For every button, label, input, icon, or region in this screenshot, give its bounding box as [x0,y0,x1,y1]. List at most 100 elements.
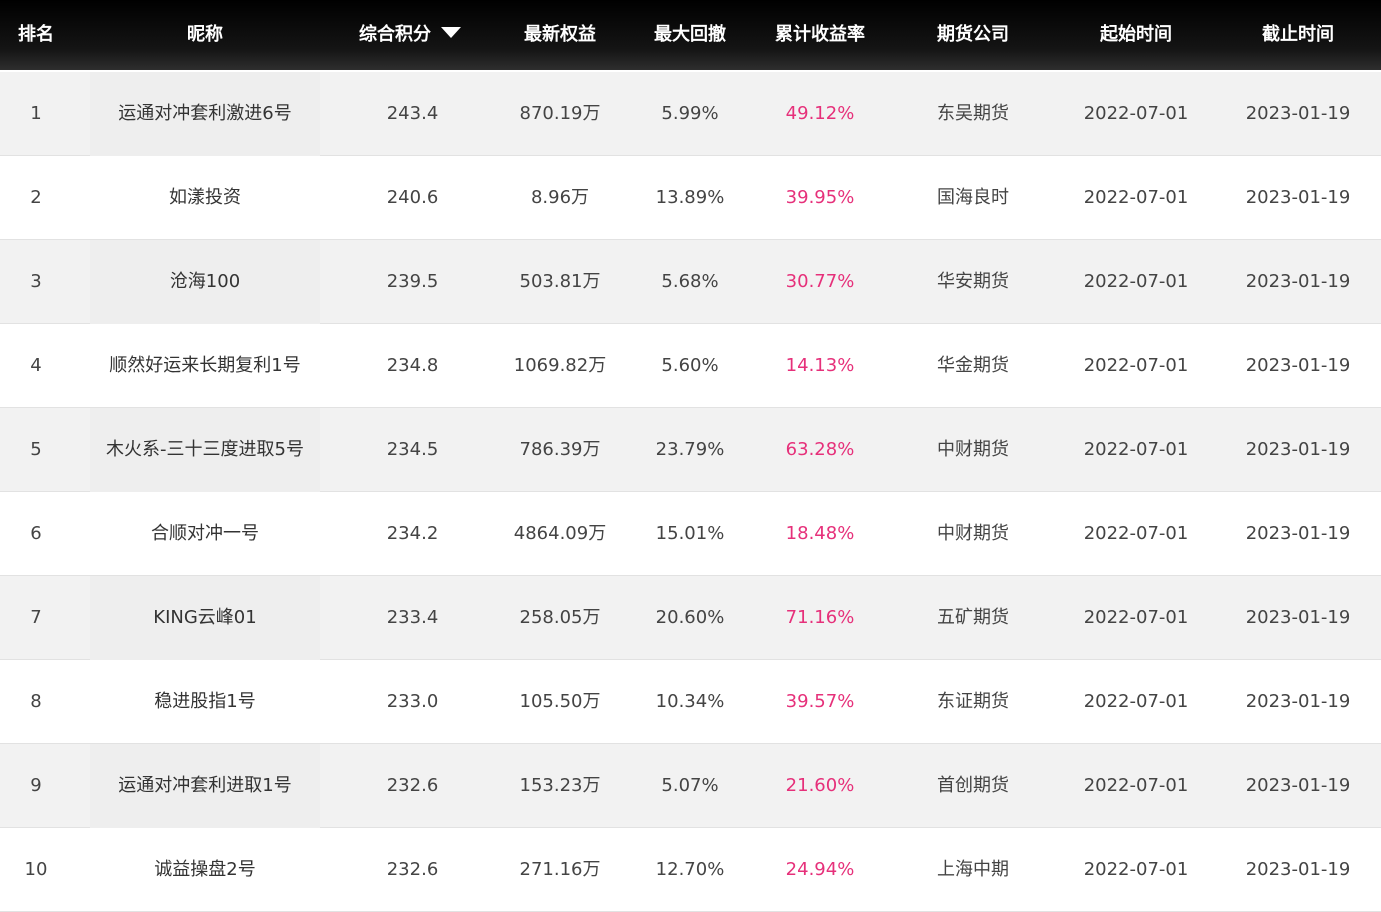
header-drawdown: 最大回撤 [654,24,726,45]
cell-equity: 503.81万 [519,271,601,292]
cell-score: 234.5 [386,439,439,460]
cell-return: 71.16% [785,607,855,628]
cell-end: 2023-01-19 [1245,271,1351,292]
cell-name: 木火系-三十三度进取5号 [90,408,320,492]
cell-score: 234.8 [386,355,439,376]
cell-equity: 258.05万 [519,607,601,628]
cell-equity: 8.96万 [530,187,590,208]
cell-end: 2023-01-19 [1245,439,1351,460]
cell-return: 14.13% [785,355,855,376]
cell-broker: 华金期货 [937,355,1009,376]
cell-rank: 1 [30,103,42,124]
cell-drawdown: 10.34% [655,691,725,712]
cell-equity: 105.50万 [519,691,601,712]
header-rank: 排名 [18,24,54,45]
cell-broker: 中财期货 [937,439,1009,460]
table-row: 10 诚益操盘2号 232.6 271.16万 12.70% 24.94% 上海中期 2022… [0,828,1381,912]
cell-end: 2023-01-19 [1245,187,1351,208]
table-row: 3 沧海100 239.5 503.81万 5.68% 30.77% 华安期货 2022-07… [0,240,1381,324]
cell-return: 18.48% [785,523,855,544]
table-row: 1 运通对冲套利激进6号 243.4 870.19万 5.99% 49.12% 东吴期货 20… [0,72,1381,156]
cell-drawdown: 5.60% [661,355,719,376]
cell-end: 2023-01-19 [1245,523,1351,544]
cell-end: 2023-01-19 [1245,859,1351,880]
cell-broker: 东证期货 [937,691,1009,712]
cell-end: 2023-01-19 [1245,103,1351,124]
cell-end: 2023-01-19 [1245,691,1351,712]
cell-drawdown: 5.68% [661,271,719,292]
cell-rank: 2 [30,187,42,208]
cell-return: 49.12% [785,103,855,124]
cell-broker: 上海中期 [937,859,1009,880]
cell-drawdown: 5.07% [661,775,719,796]
cell-score: 233.4 [386,607,439,628]
cell-score: 239.5 [386,271,439,292]
cell-broker: 五矿期货 [937,607,1009,628]
table-row: 8 稳进股指1号 233.0 105.50万 10.34% 39.57% 东证期货 2022-… [0,660,1381,744]
cell-name: 顺然好运来长期复利1号 [109,355,301,376]
cell-rank: 8 [30,691,42,712]
cell-end: 2023-01-19 [1245,355,1351,376]
cell-start: 2022-07-01 [1083,523,1189,544]
table-row: 2 如漾投资 240.6 8.96万 13.89% 39.95% 国海良时 2022-07-0… [0,156,1381,240]
cell-rank: 5 [30,439,42,460]
cell-drawdown: 5.99% [661,103,719,124]
caret-down-icon[interactable] [441,27,461,38]
cell-name: 如漾投资 [169,187,241,208]
table-row: 5 木火系-三十三度进取5号 234.5 786.39万 23.79% 63.28% 中财期… [0,408,1381,492]
cell-start: 2022-07-01 [1083,775,1189,796]
cell-broker: 华安期货 [937,271,1009,292]
cell-return: 39.95% [785,187,855,208]
cell-broker: 中财期货 [937,523,1009,544]
table-header: 排名 昵称 综合积分 最新权益 最大回撤 累计收益率 期货公司 起始时间 截止时… [0,0,1381,70]
header-score-sort[interactable]: 综合积分 [340,0,480,70]
cell-rank: 4 [30,355,42,376]
cell-score: 240.6 [386,187,439,208]
cell-rank: 10 [24,859,48,880]
table-row: 7 KING云峰01 233.4 258.05万 20.60% 71.16% 五矿期货 202… [0,576,1381,660]
cell-start: 2022-07-01 [1083,271,1189,292]
cell-return: 24.94% [785,859,855,880]
cell-start: 2022-07-01 [1083,103,1189,124]
cell-score: 234.2 [386,523,439,544]
cell-score: 243.4 [386,103,439,124]
cell-equity: 271.16万 [519,859,601,880]
cell-return: 63.28% [785,439,855,460]
cell-equity: 870.19万 [519,103,601,124]
cell-equity: 786.39万 [519,439,601,460]
cell-score: 232.6 [386,859,439,880]
cell-name: 运通对冲套利进取1号 [90,744,320,828]
cell-rank: 3 [30,271,42,292]
table-row: 4 顺然好运来长期复利1号 234.8 1069.82万 5.60% 14.13% 华金期货… [0,324,1381,408]
cell-drawdown: 13.89% [655,187,725,208]
cell-equity: 4864.09万 [513,523,607,544]
cell-end: 2023-01-19 [1245,607,1351,628]
cell-name: 运通对冲套利激进6号 [90,72,320,156]
cell-start: 2022-07-01 [1083,691,1189,712]
header-name: 昵称 [187,24,223,45]
header-equity: 最新权益 [524,24,596,45]
cell-score: 232.6 [386,775,439,796]
header-score-label: 综合积分 [359,24,431,45]
cell-drawdown: 23.79% [655,439,725,460]
cell-drawdown: 20.60% [655,607,725,628]
cell-start: 2022-07-01 [1083,859,1189,880]
cell-name: 稳进股指1号 [154,691,256,712]
cell-equity: 1069.82万 [513,355,607,376]
cell-start: 2022-07-01 [1083,439,1189,460]
cell-return: 39.57% [785,691,855,712]
cell-drawdown: 15.01% [655,523,725,544]
cell-start: 2022-07-01 [1083,355,1189,376]
cell-drawdown: 12.70% [655,859,725,880]
cell-name: KING云峰01 [90,576,320,660]
cell-start: 2022-07-01 [1083,187,1189,208]
table-row: 9 运通对冲套利进取1号 232.6 153.23万 5.07% 21.60% 首创期货 20… [0,744,1381,828]
header-broker: 期货公司 [937,24,1009,45]
header-start: 起始时间 [1100,24,1172,45]
header-return: 累计收益率 [775,24,865,45]
cell-return: 21.60% [785,775,855,796]
cell-rank: 6 [30,523,42,544]
cell-rank: 7 [30,607,42,628]
cell-return: 30.77% [785,271,855,292]
header-end: 截止时间 [1262,24,1334,45]
